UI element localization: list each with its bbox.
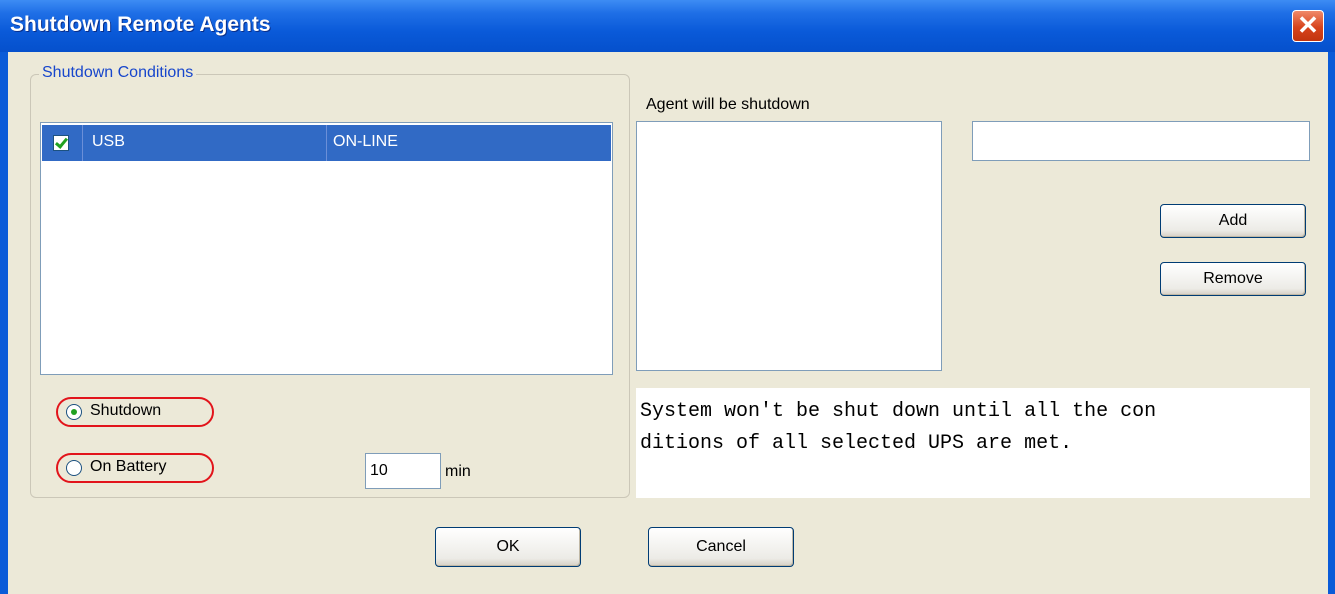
note-line-2: ditions of all selected UPS are met. <box>640 432 1073 455</box>
ups-status-cell: ON-LINE <box>333 133 398 150</box>
dialog-window: Shutdown Remote Agents ✕ Shutdown Condit… <box>0 0 1335 594</box>
window-title: Shutdown Remote Agents <box>10 13 271 36</box>
remove-button[interactable]: Remove <box>1160 262 1306 296</box>
radio-selected-icon <box>66 404 82 420</box>
group-legend: Shutdown Conditions <box>39 64 197 82</box>
agent-list[interactable] <box>636 121 942 371</box>
ok-button-label: OK <box>496 538 520 555</box>
remove-button-label: Remove <box>1203 270 1263 287</box>
cancel-button[interactable]: Cancel <box>648 527 794 567</box>
note-line-1: System won't be shut down until all the … <box>640 400 1157 423</box>
ok-button[interactable]: OK <box>435 527 581 567</box>
shutdown-radio[interactable]: Shutdown <box>56 397 214 427</box>
on-battery-radio-label: On Battery <box>90 458 167 475</box>
title-bar[interactable]: Shutdown Remote Agents ✕ <box>0 0 1335 52</box>
column-separator <box>82 125 83 161</box>
minutes-input[interactable]: 10 <box>365 453 441 489</box>
add-button-label: Add <box>1218 212 1248 229</box>
column-separator <box>326 125 327 161</box>
minutes-unit-label: min <box>445 463 471 480</box>
on-battery-radio[interactable]: On Battery <box>56 453 214 483</box>
dialog-client-area: Shutdown Conditions USB ON-LINE Shutdown… <box>8 52 1328 594</box>
checkbox-checked-icon[interactable] <box>53 135 69 151</box>
close-icon[interactable]: ✕ <box>1292 10 1324 42</box>
agent-name-input[interactable] <box>972 121 1310 161</box>
add-button[interactable]: Add <box>1160 204 1306 238</box>
conditions-list[interactable]: USB ON-LINE <box>40 122 613 375</box>
radio-unselected-icon <box>66 460 82 476</box>
list-item[interactable]: USB ON-LINE <box>42 125 611 161</box>
shutdown-radio-label: Shutdown <box>90 402 162 419</box>
cancel-button-label: Cancel <box>696 538 746 555</box>
condition-note: System won't be shut down until all the … <box>636 388 1310 498</box>
agent-list-label: Agent will be shutdown <box>646 96 810 113</box>
ups-name-cell: USB <box>92 133 125 150</box>
